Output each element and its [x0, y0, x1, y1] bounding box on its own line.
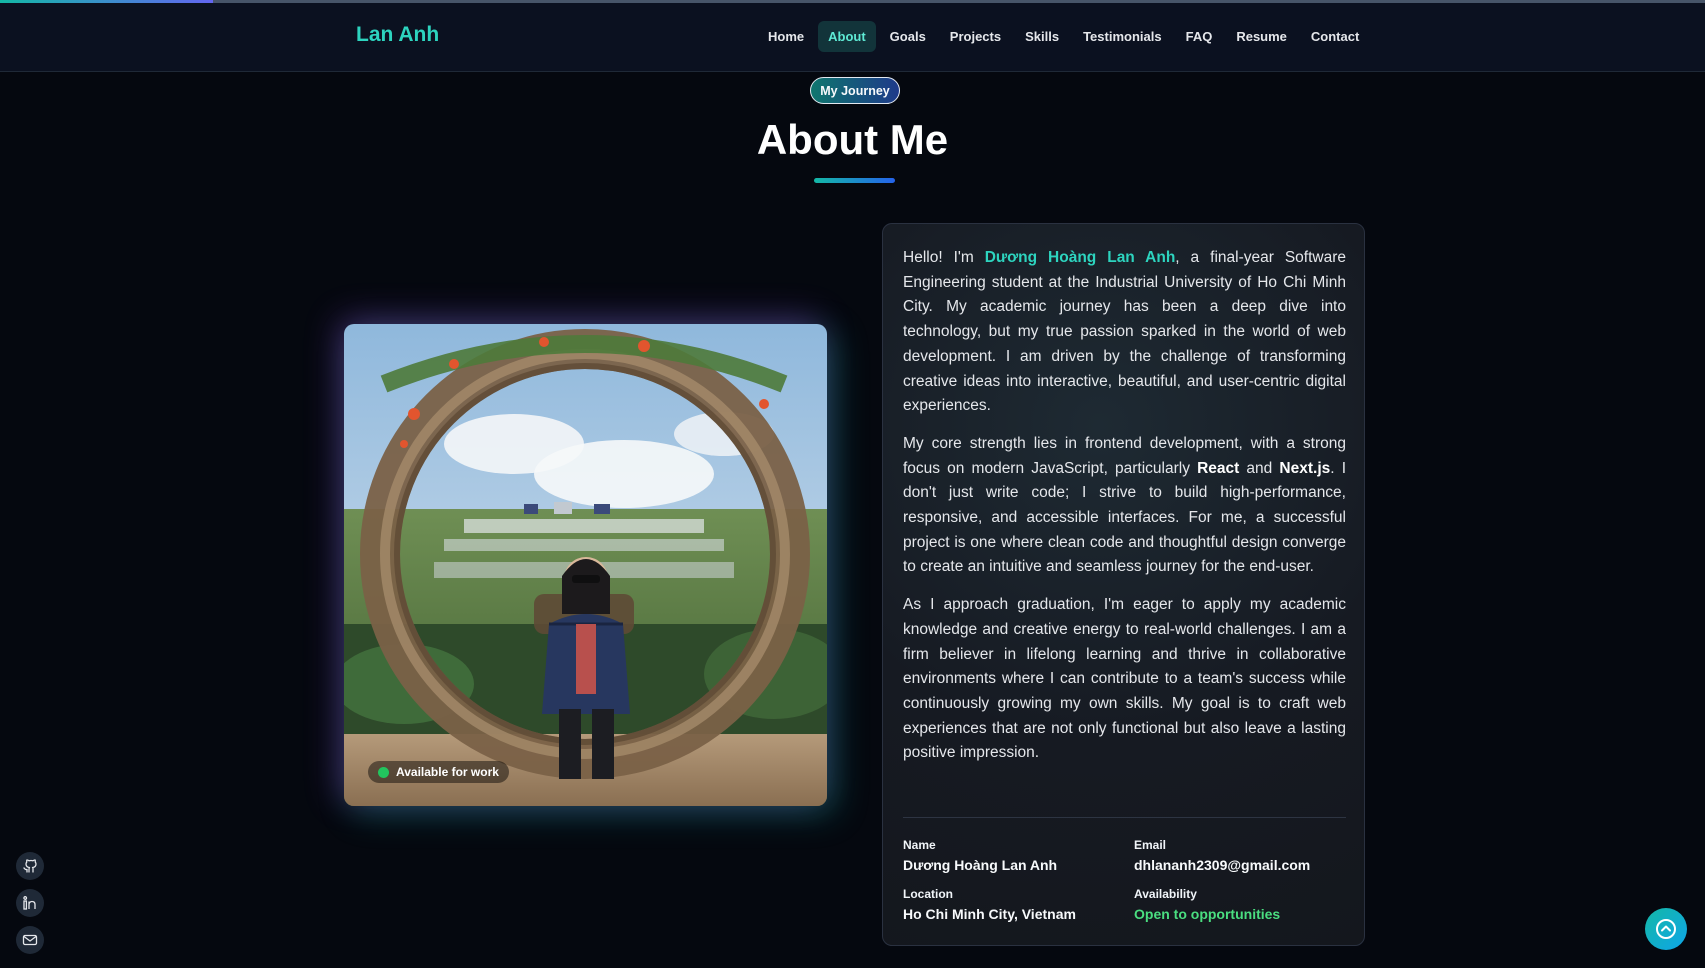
available-badge: Available for work [368, 761, 509, 783]
info-name: Name Dương Hoàng Lan Anh [903, 838, 1134, 873]
about-card: Hello! I'm Dương Hoàng Lan Anh, a final-… [882, 223, 1365, 946]
nav-link-projects[interactable]: Projects [940, 21, 1011, 52]
intro-text: Hello! I'm [903, 249, 985, 266]
info-email: Email dhlananh2309@gmail.com [1134, 838, 1346, 873]
info-grid: Name Dương Hoàng Lan Anh Email dhlananh2… [903, 838, 1346, 922]
nav-link-skills[interactable]: Skills [1015, 21, 1069, 52]
info-name-value: Dương Hoàng Lan Anh [903, 857, 1058, 873]
mail-icon [22, 934, 38, 946]
section-title: About Me [756, 116, 949, 163]
info-availability-label: Availability [1134, 887, 1197, 901]
linkedin-link[interactable] [16, 889, 44, 917]
intro-rest: , a final-year Software Engineering stud… [903, 249, 1347, 415]
scroll-to-top-button[interactable] [1645, 908, 1687, 950]
highlight-name: Dương Hoàng Lan Anh [984, 249, 1176, 266]
github-icon [23, 859, 37, 873]
about-paragraph-2: My core strength lies in frontend develo… [903, 432, 1346, 580]
nav-links: Home About Goals Projects Skills Testimonials… [758, 21, 1369, 52]
github-link[interactable] [16, 852, 44, 880]
about-paragraph-3: As I approach graduation, I'm eager to a… [903, 596, 1346, 762]
nextjs-highlight: Next.js [1279, 459, 1331, 477]
divider [903, 817, 1346, 818]
paragraph-2-and: and [1239, 459, 1280, 477]
info-location-value: Ho Chi Minh City, Vietnam [903, 906, 1076, 922]
nav-link-faq[interactable]: FAQ [1176, 21, 1223, 52]
nav-link-testimonials[interactable]: Testimonials [1073, 21, 1172, 52]
logo[interactable]: Lan Anh [356, 23, 439, 47]
nav-link-goals[interactable]: Goals [880, 21, 936, 52]
info-availability-value: Open to opportunities [1134, 906, 1281, 922]
nav-link-about[interactable]: About [818, 21, 876, 52]
react-highlight: React [1197, 459, 1240, 477]
mail-link[interactable] [16, 926, 44, 954]
nav-link-contact[interactable]: Contact [1301, 21, 1369, 52]
info-email-value[interactable]: dhlananh2309@gmail.com [1134, 857, 1346, 873]
info-location-label: Location [903, 887, 953, 901]
linkedin-icon [23, 896, 36, 910]
profile-photo-illustration [344, 324, 827, 806]
about-paragraph-1: Hello! I'm Dương Hoàng Lan Anh, a final-… [903, 246, 1346, 419]
arrow-up-icon [1656, 919, 1676, 939]
info-email-label: Email [1134, 838, 1167, 852]
info-availability: Availability Open to opportunities [1134, 887, 1346, 922]
navbar: Lan Anh Home About Goals Projects Skills Test… [0, 3, 1705, 72]
status-dot-icon [378, 766, 389, 778]
available-badge-label: Available for work [396, 765, 499, 779]
about-text: Hello! I'm Dương Hoàng Lan Anh, a final-… [903, 246, 1346, 779]
info-name-label: Name [903, 838, 936, 852]
profile-photo: Available for work [344, 324, 827, 806]
nav-link-resume[interactable]: Resume [1226, 21, 1297, 52]
title-underline [814, 178, 895, 183]
info-location: Location Ho Chi Minh City, Vietnam [903, 887, 1134, 922]
section-badge: My Journey [810, 77, 900, 104]
nav-link-home[interactable]: Home [758, 21, 814, 52]
